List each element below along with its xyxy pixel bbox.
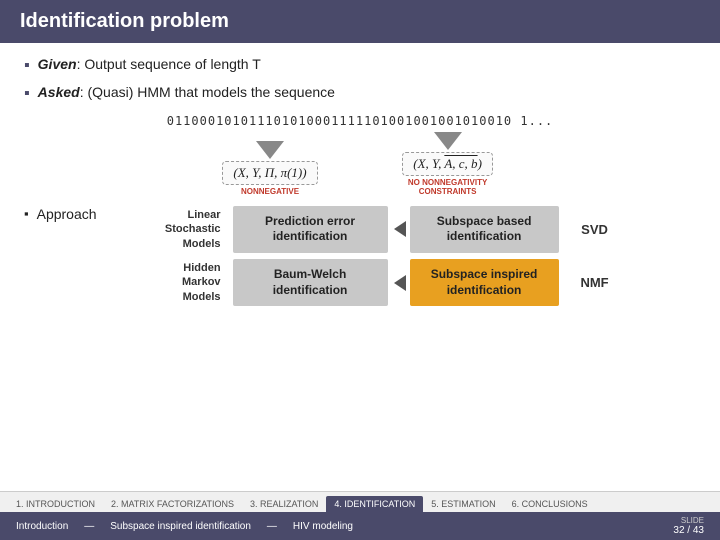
bullet-icon-2: ▪ [24,83,30,105]
binary-sequence: 0110001010111010100011111010010010010100… [24,114,696,128]
page-header: Identification problem [0,0,720,43]
nav-tab-6--conclusions[interactable]: 6. CONCLUSIONS [504,496,596,512]
slide-label-text: SLIDE [673,516,704,525]
nav-tab-3--realization[interactable]: 3. REALIZATION [242,496,326,512]
bullet-icon-1: ▪ [24,55,30,77]
footer-center: Introduction — Subspace inspired identif… [16,521,353,532]
formula-2-expr: (X, Y, A, c, b) [402,152,493,176]
bullet-icon-3: ▪ [24,206,29,221]
footer: Introduction — Subspace inspired identif… [0,512,720,540]
subspace-based-arrow-container: Subspace basedidentification [394,206,559,253]
nav-tabs: 1. INTRODUCTION2. MATRIX FACTORIZATIONS3… [0,492,720,512]
nav-tab-2--matrix-factorizations[interactable]: 2. MATRIX FACTORIZATIONS [103,496,242,512]
nmf-label: NMF [565,275,625,290]
model-label-linear: LinearStochasticModels [117,208,227,251]
formula-1-label: NONNEGATIVE [241,187,299,196]
method-baum-welch: Baum-Welchidentification [233,259,388,306]
approach-text: Approach [37,206,97,222]
bullet-asked: ▪ Asked: (Quasi) HMM that models the seq… [24,83,696,105]
method-subspace-based: Subspace basedidentification [410,206,559,253]
nav-tab-5--estimation[interactable]: 5. ESTIMATION [423,496,503,512]
formula-nonneg: (X, Y, Π, π(1)) NONNEGATIVE [222,141,317,196]
approach-label-container: ▪ Approach [24,206,97,222]
arrow-down-2 [434,132,462,150]
arrow-into-subspace-inspired [394,275,406,291]
main-content: ▪ Given: Output sequence of length T ▪ A… [0,43,720,306]
slide-number: SLIDE 32 / 43 [673,516,704,536]
footer-sep2: — [267,521,277,532]
formula-2-label: NO NONNEGATIVITY CONSTRAINTS [398,178,498,196]
approach-section: ▪ Approach LinearStochasticModels Predic… [24,206,696,306]
bullet-asked-text: Asked: (Quasi) HMM that models the seque… [38,83,335,103]
slide-num-text: 32 / 43 [673,525,704,536]
footer-intro[interactable]: Introduction [16,521,68,532]
method-prediction-error: Prediction erroridentification [233,206,388,253]
svd-label: SVD [565,222,625,237]
page-title: Identification problem [20,10,229,32]
formula-no-constraint: (X, Y, A, c, b) NO NONNEGATIVITY CONSTRA… [398,132,498,196]
model-label-hmm: HiddenMarkovModels [117,261,227,304]
methods-grid: LinearStochasticModels Prediction errori… [117,206,625,306]
subspace-inspired-arrow-container: Subspace inspiredidentification [394,259,559,306]
nav-tab-4--identification[interactable]: 4. IDENTIFICATION [326,496,423,512]
bullet-given-text: Given: Output sequence of length T [38,55,261,75]
formulas-area: (X, Y, Π, π(1)) NONNEGATIVE (X, Y, A, c,… [24,132,696,196]
bullet-given: ▪ Given: Output sequence of length T [24,55,696,77]
nav-tab-1--introduction[interactable]: 1. INTRODUCTION [8,496,103,512]
arrow-down-1 [256,141,284,159]
method-subspace-inspired: Subspace inspiredidentification [410,259,559,306]
bottom-nav: 1. INTRODUCTION2. MATRIX FACTORIZATIONS3… [0,491,720,540]
footer-mid[interactable]: Subspace inspired identification [110,521,251,532]
arrow-into-subspace [394,221,406,237]
footer-sep1: — [84,521,94,532]
footer-right[interactable]: HIV modeling [293,521,353,532]
formula-1-expr: (X, Y, Π, π(1)) [222,161,317,185]
